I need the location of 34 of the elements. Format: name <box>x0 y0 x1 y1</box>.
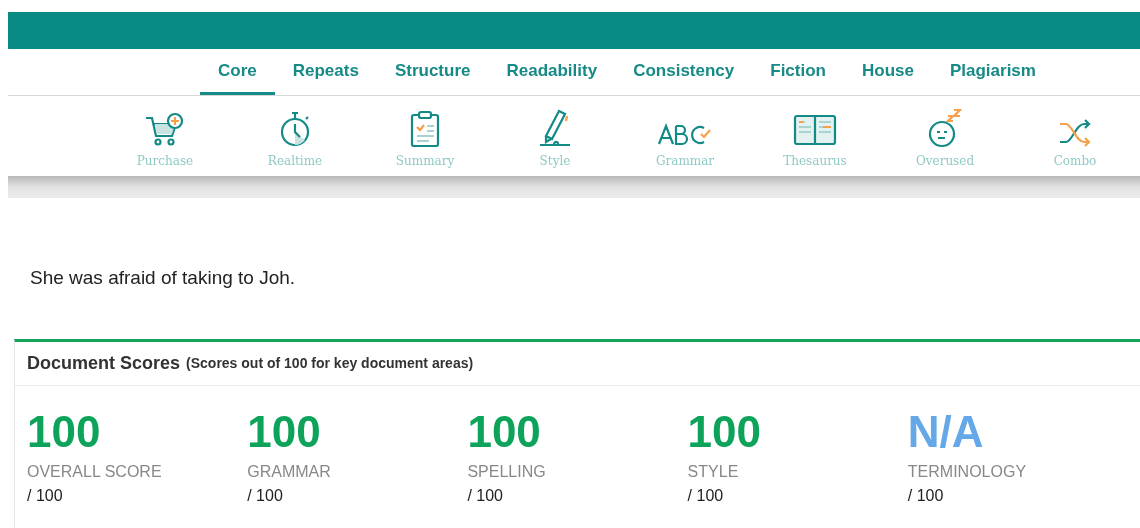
book-icon <box>793 114 837 148</box>
category-tab[interactable]: Repeats <box>274 49 377 95</box>
score-value: 100 <box>467 405 542 458</box>
score-label: GRAMMAR <box>247 461 332 482</box>
sleepy-face-icon <box>928 108 962 148</box>
pencil-icon <box>538 108 572 148</box>
category-tab[interactable]: Core <box>200 49 275 95</box>
card-title: Document Scores <box>27 351 181 375</box>
score-value: 100 <box>247 405 322 458</box>
score-value: 100 <box>27 405 102 458</box>
card-subtitle: (Scores out of 100 for key document areas) <box>186 353 474 373</box>
category-tab[interactable]: Readability <box>488 49 616 95</box>
category-tab[interactable]: House <box>843 49 932 95</box>
score-max: / 100 <box>907 485 945 506</box>
stopwatch-icon <box>278 110 312 148</box>
category-tab[interactable]: Structure <box>376 49 489 95</box>
score-label: STYLE <box>687 461 740 482</box>
document-text: She was afraid of taking to Joh. <box>30 266 297 290</box>
abc-check-icon <box>657 122 713 148</box>
score-value: N/A <box>907 405 985 458</box>
score-value: 100 <box>687 405 763 458</box>
score-max: / 100 <box>247 485 284 506</box>
category-tab[interactable]: Fiction <box>752 49 844 95</box>
cart-icon <box>144 112 186 148</box>
category-tab[interactable]: Consistency <box>615 49 753 95</box>
clipboard-icon <box>408 110 442 148</box>
score-max: / 100 <box>27 485 64 506</box>
score-max: / 100 <box>467 485 504 506</box>
category-tab[interactable]: Plagiarism <box>931 49 1054 95</box>
score-label: SPELLING <box>467 461 547 482</box>
score-max: / 100 <box>687 485 725 506</box>
score-label: TERMINOLOGY <box>907 461 1028 482</box>
score-label: OVERALL SCORE <box>27 461 163 482</box>
shuffle-icon <box>1058 118 1092 148</box>
